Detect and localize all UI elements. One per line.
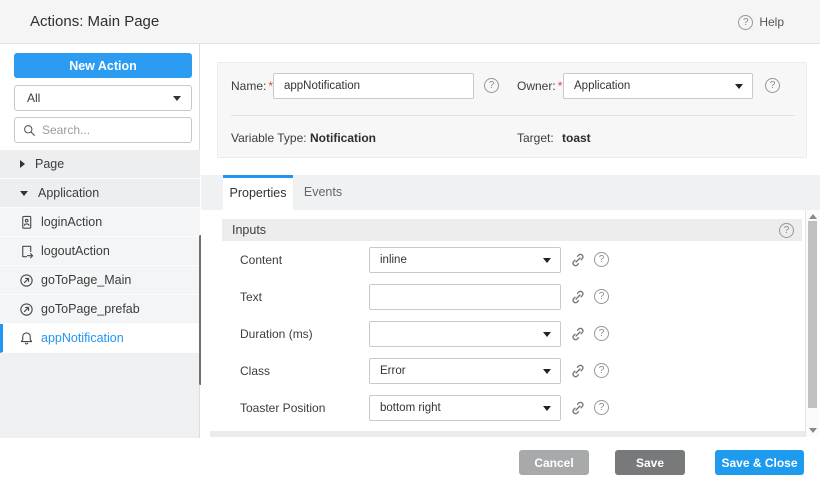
class-label: Class [240, 358, 365, 384]
new-action-button[interactable]: New Action [14, 53, 192, 78]
tree-group-label: Application [38, 186, 99, 200]
actions-sidebar: New Action All Page Application loginAct… [0, 44, 200, 438]
dialog-footer: Cancel Save Save & Close [0, 438, 820, 491]
variable-type-row: Variable Type: Notification Target: toas… [218, 125, 806, 151]
name-help-icon[interactable] [484, 78, 499, 93]
text-bind-link-icon[interactable] [570, 289, 586, 305]
search-box [14, 117, 192, 143]
sidebar-background [0, 353, 199, 438]
inputs-panel: Inputs Content inline Text Duration (ms)… [222, 219, 802, 429]
form-divider [231, 115, 795, 116]
tree-item-label: logoutAction [41, 244, 110, 258]
toaster-position-dropdown[interactable]: bottom right [369, 395, 561, 421]
required-asterisk: * [558, 79, 563, 93]
content-label: Content [240, 247, 365, 273]
owner-help-icon[interactable] [765, 78, 780, 93]
cancel-button[interactable]: Cancel [519, 450, 589, 475]
variable-type-label: Variable Type: [231, 125, 307, 151]
chevron-down-icon [543, 406, 551, 411]
content-value: inline [380, 254, 407, 266]
login-icon [18, 214, 35, 231]
content-help-icon[interactable] [594, 252, 609, 267]
properties-scrollbar[interactable] [805, 210, 819, 437]
help-label: Help [759, 15, 784, 29]
navigate-icon [18, 301, 35, 318]
tree-item-label: goToPage_prefab [41, 302, 140, 316]
save-and-close-button[interactable]: Save & Close [715, 450, 804, 475]
action-tree: Page Application loginAction logoutActio… [0, 150, 200, 353]
tab-events[interactable]: Events [293, 175, 353, 210]
tree-group-application[interactable]: Application [0, 179, 200, 208]
toaster-position-value: bottom right [380, 402, 441, 414]
toaster-position-help-icon[interactable] [594, 400, 609, 415]
content-bind-link-icon[interactable] [570, 252, 586, 268]
action-summary-form: Name:* Owner:* Application Variable Type… [217, 62, 807, 158]
chevron-down-icon [543, 258, 551, 263]
inputs-panel-header: Inputs [222, 219, 802, 241]
tree-item-goToPage_Main[interactable]: goToPage_Main [0, 266, 200, 295]
tree-item-logoutAction[interactable]: logoutAction [0, 237, 200, 266]
tree-group-page[interactable]: Page [0, 150, 200, 179]
class-value: Error [380, 365, 406, 377]
target-label: Target: [517, 125, 554, 151]
owner-value: Application [574, 80, 630, 92]
filter-dropdown[interactable]: All [14, 85, 192, 111]
tree-item-goToPage_prefab[interactable]: goToPage_prefab [0, 295, 200, 324]
owner-label: Owner:* [517, 73, 562, 99]
tab-bar: Properties Events [201, 175, 820, 210]
class-bind-link-icon[interactable] [570, 363, 586, 379]
scrollbar-thumb[interactable] [808, 221, 817, 408]
search-input[interactable] [42, 123, 172, 137]
save-button[interactable]: Save [615, 450, 685, 475]
bell-icon [18, 330, 35, 347]
chevron-down-icon [735, 84, 743, 89]
tree-item-loginAction[interactable]: loginAction [0, 208, 200, 237]
chevron-down-icon [173, 96, 181, 101]
class-help-icon[interactable] [594, 363, 609, 378]
triangle-right-icon [20, 160, 25, 168]
logout-icon [18, 243, 35, 260]
toaster-position-label: Toaster Position [240, 395, 365, 421]
tree-item-appNotification-selected[interactable]: appNotification [0, 324, 200, 353]
navigate-icon [18, 272, 35, 289]
text-help-icon[interactable] [594, 289, 609, 304]
name-label: Name:* [231, 73, 273, 99]
text-field[interactable] [369, 284, 561, 310]
search-icon [23, 124, 36, 137]
toaster-position-bind-link-icon[interactable] [570, 400, 586, 416]
tree-item-label: appNotification [41, 331, 124, 345]
help-icon [738, 15, 753, 30]
owner-dropdown[interactable]: Application [563, 73, 753, 99]
action-detail-panel: Name:* Owner:* Application Variable Type… [201, 44, 820, 438]
chevron-down-icon [543, 369, 551, 374]
dialog-header: Actions: Main Page Help [0, 0, 820, 44]
help-button[interactable]: Help [738, 0, 784, 44]
tree-item-label: loginAction [41, 215, 102, 229]
class-dropdown[interactable]: Error [369, 358, 561, 384]
inputs-help-icon[interactable] [779, 223, 794, 238]
page-title: Actions: Main Page [30, 0, 159, 44]
duration-dropdown[interactable] [369, 321, 561, 347]
scroll-down-icon[interactable] [809, 428, 817, 433]
duration-help-icon[interactable] [594, 326, 609, 341]
chevron-down-icon [543, 332, 551, 337]
content-dropdown[interactable]: inline [369, 247, 561, 273]
duration-label: Duration (ms) [240, 321, 365, 347]
variable-type-value: Notification [310, 125, 376, 151]
duration-bind-link-icon[interactable] [570, 326, 586, 342]
target-value: toast [562, 125, 591, 151]
triangle-down-icon [20, 191, 28, 196]
name-field[interactable] [273, 73, 474, 99]
tree-item-label: goToPage_Main [41, 273, 131, 287]
tree-group-label: Page [35, 157, 64, 171]
name-owner-row: Name:* Owner:* Application [218, 73, 806, 99]
content-bottom-edge [210, 431, 806, 437]
filter-value: All [27, 91, 40, 105]
tab-properties[interactable]: Properties [223, 175, 293, 210]
scroll-up-icon[interactable] [809, 214, 817, 219]
inputs-title: Inputs [232, 219, 266, 241]
text-label: Text [240, 284, 365, 310]
